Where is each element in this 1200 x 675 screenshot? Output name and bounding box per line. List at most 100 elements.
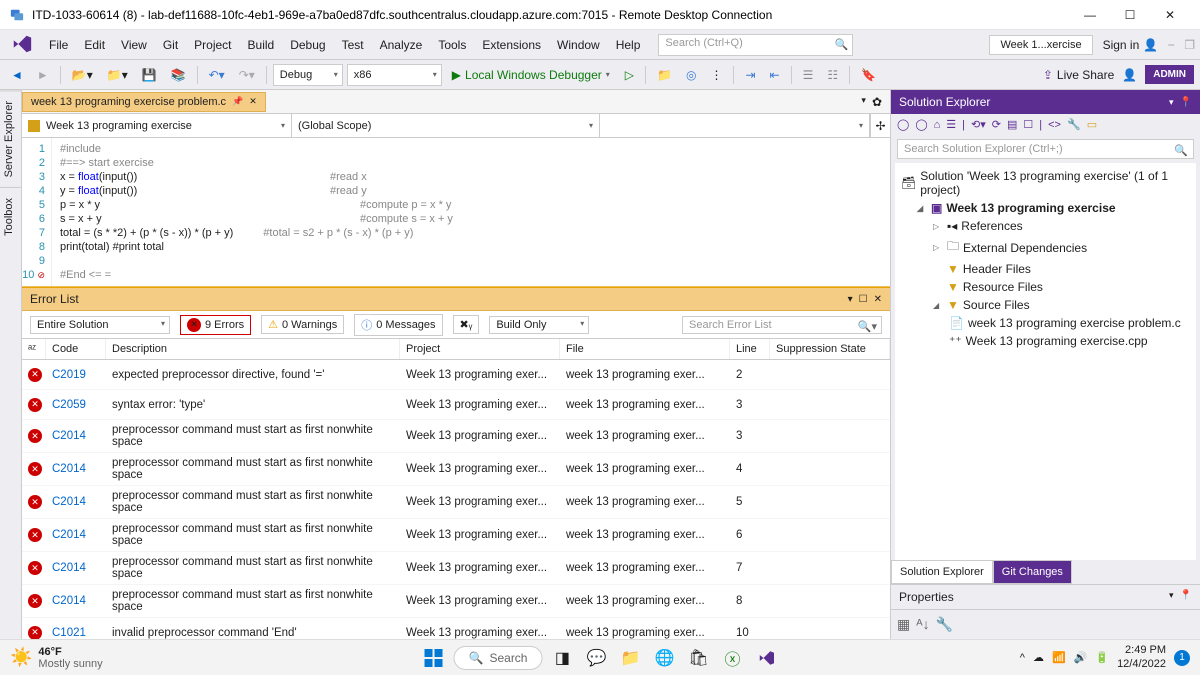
comment-icon[interactable]: ☰ xyxy=(798,65,819,85)
external-deps-node[interactable]: ▷🗀External Dependencies xyxy=(901,235,1190,260)
menu-extensions[interactable]: Extensions xyxy=(474,34,549,56)
error-scope-combo[interactable]: Entire Solution xyxy=(30,316,170,334)
menu-analyze[interactable]: Analyze xyxy=(372,34,431,56)
tab-git-changes[interactable]: Git Changes xyxy=(993,560,1072,584)
messages-pill[interactable]: ⓘ 0 Messages xyxy=(354,314,442,336)
edge-icon[interactable]: 🌐 xyxy=(650,644,678,672)
solution-chip[interactable]: Week 1...xercise xyxy=(989,35,1092,55)
weather-widget[interactable]: ☀️ 46°F Mostly sunny xyxy=(10,646,103,670)
back-icon[interactable]: ◯ xyxy=(897,118,909,131)
indent-icon[interactable]: ⇥ xyxy=(740,65,760,85)
vs-taskbar-icon[interactable] xyxy=(752,644,780,672)
tb-misc-1[interactable]: 📁 xyxy=(652,65,677,85)
sync-icon[interactable]: ⟲▾ xyxy=(971,118,986,131)
gear-icon[interactable]: ✿ xyxy=(872,95,882,109)
fwd-icon[interactable]: ◯ xyxy=(915,118,927,131)
code-editor[interactable]: 12345678910 ⊘ #include#==> start exercis… xyxy=(22,138,890,287)
col-icon[interactable]: ᵃᶻ xyxy=(22,339,46,359)
chat-icon[interactable]: 💬 xyxy=(582,644,610,672)
tb-misc-2[interactable]: ◎ xyxy=(681,65,701,85)
nav-fwd-button[interactable]: ► xyxy=(32,65,54,85)
error-row[interactable]: ✕C2014preprocessor command must start as… xyxy=(22,585,890,618)
split-icon[interactable]: ✢ xyxy=(870,114,890,137)
header-files-node[interactable]: ▼Header Files xyxy=(901,260,1190,278)
window-restore-icon[interactable]: ❐ xyxy=(1184,38,1195,52)
error-row[interactable]: ✕C2059syntax error: 'type'Week 13 progra… xyxy=(22,390,890,420)
bookmark-icon[interactable]: 🔖 xyxy=(856,65,881,85)
errors-pill[interactable]: ✕ 9 Errors xyxy=(180,315,251,335)
col-line[interactable]: Line xyxy=(730,339,770,359)
volume-icon[interactable]: 🔊 xyxy=(1074,651,1088,664)
start-button[interactable] xyxy=(420,644,448,672)
open-icon[interactable]: 📁▾ xyxy=(102,65,133,85)
menu-project[interactable]: Project xyxy=(186,34,239,56)
preview-icon[interactable]: ▭ xyxy=(1087,118,1097,131)
resource-files-node[interactable]: ▼Resource Files xyxy=(901,278,1190,296)
references-node[interactable]: ▷▪◂References xyxy=(901,217,1190,235)
scope-member-combo[interactable] xyxy=(600,114,870,137)
menu-test[interactable]: Test xyxy=(334,34,372,56)
home-icon[interactable]: ⌂ xyxy=(934,119,941,131)
redo-icon[interactable]: ↷▾ xyxy=(234,65,260,85)
sort-icon[interactable]: ᴬ↓ xyxy=(916,616,929,633)
col-desc[interactable]: Description xyxy=(106,339,400,359)
undo-icon[interactable]: ↶▾ xyxy=(204,65,230,85)
source-files-node[interactable]: ◢▼Source Files xyxy=(901,296,1190,314)
dropdown-icon[interactable]: ▾ xyxy=(1169,97,1174,108)
build-filter-combo[interactable]: Build Only xyxy=(489,316,589,334)
save-icon[interactable]: 💾 xyxy=(137,65,162,85)
properties-icon[interactable]: <> xyxy=(1048,119,1061,131)
error-row[interactable]: ✕C2014preprocessor command must start as… xyxy=(22,486,890,519)
server-explorer-tab[interactable]: Server Explorer xyxy=(0,90,21,187)
close-panel-icon[interactable]: ✕ xyxy=(874,294,882,305)
menu-build[interactable]: Build xyxy=(240,34,283,56)
nav-back-button[interactable]: ◄ xyxy=(6,65,28,85)
props-wrench-icon[interactable]: 🔧 xyxy=(936,616,953,633)
new-project-icon[interactable]: 📂▾ xyxy=(67,65,98,85)
project-node[interactable]: ◢▣Week 13 programing exercise xyxy=(901,199,1190,217)
store-icon[interactable]: 🛍 xyxy=(684,644,712,672)
solution-search-input[interactable]: Search Solution Explorer (Ctrl+;) 🔍 xyxy=(897,139,1194,159)
onedrive-icon[interactable]: ☁ xyxy=(1033,651,1044,664)
start-debug-button[interactable]: ▶ Local Windows Debugger ▾ xyxy=(446,66,616,84)
clear-filter-button[interactable]: ✖ᵧ xyxy=(453,315,480,334)
platform-combo[interactable]: x86 xyxy=(347,64,442,86)
menu-file[interactable]: File xyxy=(41,34,76,56)
error-row[interactable]: ✕C2019expected preprocessor directive, f… xyxy=(22,360,890,390)
wrench-icon[interactable]: 🔧 xyxy=(1067,118,1081,131)
close-tab-icon[interactable]: ✕ xyxy=(249,96,257,107)
wifi-icon[interactable]: 📶 xyxy=(1052,651,1066,664)
error-row[interactable]: ✕C2014preprocessor command must start as… xyxy=(22,420,890,453)
document-tab[interactable]: week 13 programing exercise problem.c 📌 … xyxy=(22,92,266,112)
error-search-input[interactable]: Search Error List 🔍▾ xyxy=(682,316,882,334)
source-file-1[interactable]: 📄week 13 programing exercise problem.c xyxy=(901,314,1190,332)
error-row[interactable]: ✕C2014preprocessor command must start as… xyxy=(22,519,890,552)
col-suppression[interactable]: Suppression State xyxy=(770,339,890,359)
menu-tools[interactable]: Tools xyxy=(430,34,474,56)
close-button[interactable]: ✕ xyxy=(1150,1,1190,29)
menu-window[interactable]: Window xyxy=(549,34,608,56)
pin-icon[interactable]: 📌 xyxy=(232,96,243,107)
uncomment-icon[interactable]: ☷ xyxy=(822,65,843,85)
xbox-icon[interactable]: ⓧ xyxy=(718,644,746,672)
feedback-icon[interactable]: 👤 xyxy=(1122,68,1137,82)
error-row[interactable]: ✕C2014preprocessor command must start as… xyxy=(22,453,890,486)
warnings-pill[interactable]: ⚠ 0 Warnings xyxy=(261,315,344,334)
quick-search-input[interactable]: Search (Ctrl+Q) 🔍 xyxy=(658,34,853,56)
menu-debug[interactable]: Debug xyxy=(282,34,333,56)
maximize-panel-icon[interactable]: ☐ xyxy=(859,294,868,305)
dropdown-icon[interactable]: ▾ xyxy=(1169,590,1174,604)
play-noDebug-icon[interactable]: ▷ xyxy=(620,65,639,85)
collapse-icon[interactable]: ▤ xyxy=(1007,118,1017,131)
menu-view[interactable]: View xyxy=(113,34,155,56)
task-view-icon[interactable]: ◨ xyxy=(548,644,576,672)
scope-project-combo[interactable]: Week 13 programing exercise xyxy=(22,114,292,137)
pin-icon[interactable]: 📍 xyxy=(1180,97,1192,108)
explorer-icon[interactable]: 📁 xyxy=(616,644,644,672)
pin-icon[interactable]: 📍 xyxy=(1180,590,1192,604)
error-row[interactable]: ✕C2014preprocessor command must start as… xyxy=(22,552,890,585)
dropdown-icon[interactable]: ▾ xyxy=(848,294,853,305)
tab-dropdown-icon[interactable]: ▾ xyxy=(861,95,866,109)
source-file-2[interactable]: ⁺⁺Week 13 programing exercise.cpp xyxy=(901,332,1190,350)
menu-edit[interactable]: Edit xyxy=(76,34,113,56)
